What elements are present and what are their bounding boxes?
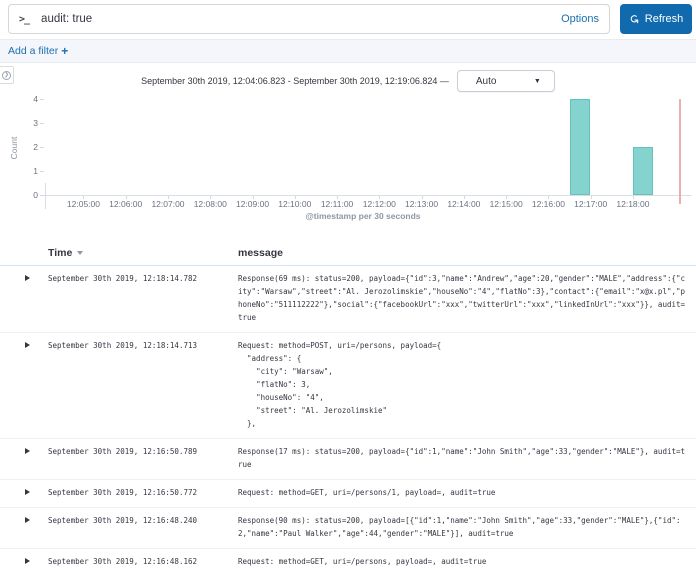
- chevron-down-icon: ▼: [533, 77, 541, 85]
- interval-selected-value: Auto: [475, 75, 497, 87]
- y-tick-label: 4: [33, 94, 38, 104]
- refresh-icon: ↻: [626, 13, 641, 25]
- x-axis-title: @timestamp per 30 seconds: [305, 211, 421, 221]
- sort-desc-icon: [77, 251, 84, 256]
- y-tick-label: 0: [33, 190, 38, 200]
- row-message: Request: method=GET, uri=/persons, paylo…: [238, 557, 487, 566]
- row-message: Request: method=GET, uri=/persons/1, pay…: [238, 488, 496, 497]
- x-tick-mark: [167, 196, 169, 199]
- row-time: September 30th 2019, 12:18:14.782: [48, 274, 198, 283]
- console-prompt-icon: >_: [19, 13, 30, 25]
- query-bar: >_ audit: true Options ↻ Refresh: [0, 0, 696, 39]
- row-message: Response(90 ms): status=200, payload=[{"…: [238, 516, 681, 538]
- time-range-text: September 30th 2019, 12:04:06.823 - Sept…: [141, 76, 449, 86]
- table-row: September 30th 2019, 12:16:48.240 Respons…: [0, 508, 696, 549]
- refresh-button[interactable]: ↻ Refresh: [620, 4, 692, 34]
- query-text[interactable]: audit: true: [41, 13, 561, 25]
- search-input[interactable]: >_ audit: true Options: [8, 4, 610, 34]
- x-tick-mark: [590, 196, 592, 199]
- filter-bar: Add a filter +: [0, 39, 696, 63]
- y-tick-mark: [40, 123, 44, 124]
- x-tick-mark: [632, 196, 634, 199]
- table-row: September 30th 2019, 12:16:50.789 Respons…: [0, 439, 696, 480]
- table-header: Time message: [0, 243, 696, 266]
- y-tick-mark: [40, 171, 44, 172]
- add-filter-link[interactable]: Add a filter: [8, 45, 58, 57]
- x-tick-mark: [379, 196, 381, 199]
- x-tick-mark: [548, 196, 550, 199]
- x-axis-line: [44, 195, 691, 196]
- table-row: September 30th 2019, 12:16:50.772 Request…: [0, 480, 696, 508]
- y-tick-label: 3: [33, 118, 38, 128]
- documents-table: Time message September 30th 2019, 12:18:…: [0, 243, 696, 568]
- table-row: September 30th 2019, 12:16:48.162 Request…: [0, 549, 696, 568]
- x-tick-mark: [125, 196, 127, 199]
- row-time: September 30th 2019, 12:16:50.772: [48, 488, 198, 497]
- y-tick-mark: [40, 147, 44, 148]
- time-column-header[interactable]: Time: [48, 247, 238, 259]
- x-tick-mark: [252, 196, 254, 199]
- expand-row-icon[interactable]: [25, 489, 30, 495]
- time-range-end-marker: [679, 99, 681, 204]
- x-tick-mark: [506, 196, 508, 199]
- row-time: September 30th 2019, 12:16:48.162: [48, 557, 198, 566]
- y-tick-label: 2: [33, 142, 38, 152]
- refresh-label: Refresh: [644, 13, 684, 25]
- x-tick-mark: [421, 196, 423, 199]
- row-time: September 30th 2019, 12:16:48.240: [48, 516, 198, 525]
- options-link[interactable]: Options: [561, 13, 599, 25]
- y-tick-label: 1: [33, 166, 38, 176]
- row-message: Response(17 ms): status=200, payload={"i…: [238, 447, 686, 469]
- x-tick-mark: [294, 196, 296, 199]
- expand-row-icon[interactable]: [25, 275, 30, 281]
- row-message: Request: method=POST, uri=/persons, payl…: [238, 341, 442, 428]
- expand-row-icon[interactable]: [25, 448, 30, 454]
- row-time: September 30th 2019, 12:16:50.789: [48, 447, 198, 456]
- expand-row-icon[interactable]: [25, 558, 30, 564]
- x-tick-mark: [210, 196, 212, 199]
- y-tick-mark: [40, 99, 44, 100]
- row-time: September 30th 2019, 12:18:14.713: [48, 341, 198, 350]
- interval-select[interactable]: Auto ▼: [456, 70, 555, 92]
- message-column-header: message: [238, 247, 283, 259]
- plus-icon[interactable]: +: [61, 44, 68, 58]
- expand-row-icon[interactable]: [25, 342, 30, 348]
- table-row: September 30th 2019, 12:18:14.713 Request…: [0, 333, 696, 439]
- histogram-section: ❯ September 30th 2019, 12:04:06.823 - Se…: [0, 63, 696, 223]
- table-row: September 30th 2019, 12:18:14.782 Respons…: [0, 266, 696, 333]
- x-tick-mark: [83, 196, 85, 199]
- expand-row-icon[interactable]: [25, 517, 30, 523]
- histogram-bar[interactable]: [632, 147, 654, 195]
- histogram-bar[interactable]: [569, 99, 590, 195]
- x-tick-mark: [463, 196, 465, 199]
- x-tick-label: 12:18:00: [616, 199, 650, 209]
- histogram-plot: [46, 99, 680, 195]
- row-message: Response(69 ms): status=200, payload={"i…: [238, 274, 686, 322]
- x-tick-mark: [337, 196, 339, 199]
- y-tick-mark: [40, 195, 44, 196]
